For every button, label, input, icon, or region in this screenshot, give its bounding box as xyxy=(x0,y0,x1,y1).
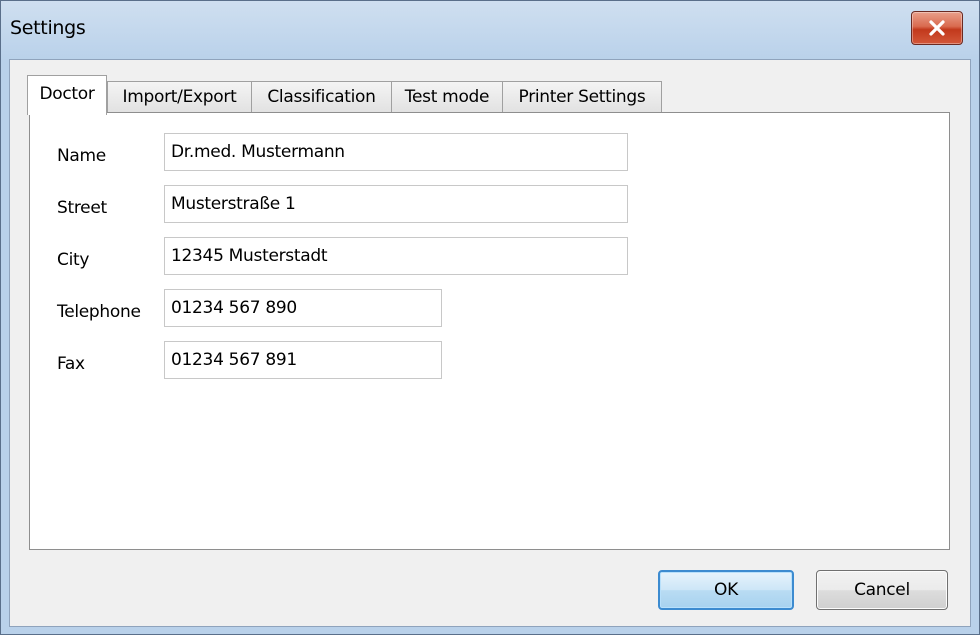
title-bar[interactable]: Settings xyxy=(1,1,979,59)
close-button[interactable] xyxy=(911,11,963,45)
city-label: City xyxy=(57,250,90,270)
fax-label: Fax xyxy=(57,354,85,374)
city-field[interactable]: 12345 Musterstadt xyxy=(164,237,628,275)
telephone-field[interactable]: 01234 567 890 xyxy=(164,289,442,327)
tab-printer-settings[interactable]: Printer Settings xyxy=(502,81,662,112)
window-title: Settings xyxy=(10,17,86,39)
cancel-button[interactable]: Cancel xyxy=(816,570,948,610)
ok-button[interactable]: OK xyxy=(658,570,794,610)
close-icon xyxy=(927,20,947,36)
telephone-label: Telephone xyxy=(57,302,141,322)
tab-doctor[interactable]: Doctor xyxy=(27,75,107,115)
dialog-body: Doctor Import/Export Classification Test… xyxy=(9,59,971,627)
fax-field[interactable]: 01234 567 891 xyxy=(164,341,442,379)
tab-classification[interactable]: Classification xyxy=(251,81,392,112)
doctor-tab-panel: Name Dr.med. Mustermann Street Musterstr… xyxy=(29,112,950,550)
street-label: Street xyxy=(57,198,107,218)
tab-import-export[interactable]: Import/Export xyxy=(107,81,252,112)
name-label: Name xyxy=(57,146,106,166)
settings-dialog: Settings Doctor Import/Export Classifica… xyxy=(0,0,980,635)
name-field[interactable]: Dr.med. Mustermann xyxy=(164,133,628,171)
tab-test-mode[interactable]: Test mode xyxy=(391,81,503,112)
street-field[interactable]: Musterstraße 1 xyxy=(164,185,628,223)
